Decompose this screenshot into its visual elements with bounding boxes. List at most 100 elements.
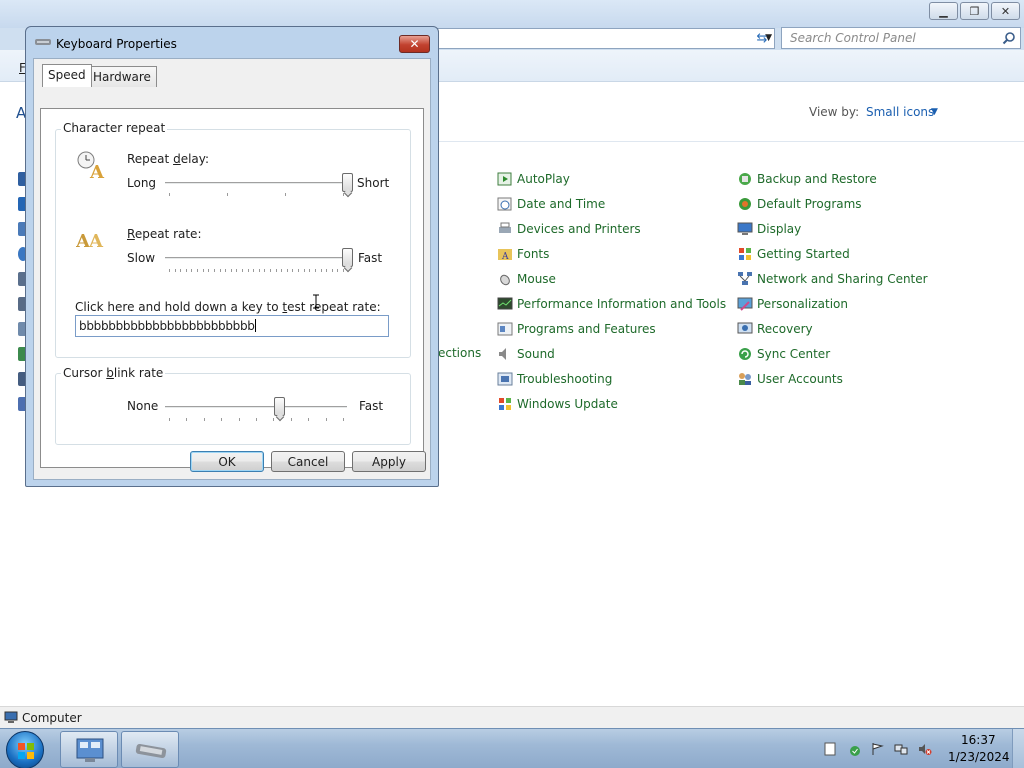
- cp-item-label: Recovery: [757, 322, 813, 336]
- performance-icon: [497, 296, 513, 312]
- cursor-blink-slider-track[interactable]: [165, 406, 347, 409]
- cp-item-getting-started[interactable]: Getting Started: [737, 246, 850, 262]
- chevron-down-icon[interactable]: ▼: [931, 107, 938, 117]
- cp-item-sound[interactable]: Sound: [497, 346, 555, 362]
- control-panel-titlebar: ▁ ❐ ✕: [0, 0, 1024, 28]
- cp-item-fonts[interactable]: A Fonts: [497, 246, 549, 262]
- test-repeat-rate-input[interactable]: bbbbbbbbbbbbbbbbbbbbbbbb: [75, 315, 389, 337]
- taskbar-control-panel-button[interactable]: [60, 731, 118, 768]
- cp-item-default-programs[interactable]: Default Programs: [737, 196, 862, 212]
- cp-item-devices-and-printers[interactable]: Devices and Printers: [497, 221, 641, 237]
- cp-item-label: Personalization: [757, 297, 848, 311]
- svg-text:A: A: [89, 162, 105, 181]
- start-button[interactable]: [6, 731, 44, 768]
- slider-tick: [298, 269, 300, 272]
- personalization-icon: [737, 296, 753, 312]
- test-repeat-rate-label: Click here and hold down a key to test r…: [75, 300, 381, 314]
- sync-icon: [737, 346, 753, 362]
- slider-tick: [221, 418, 223, 421]
- refresh-icon[interactable]: ⇆: [750, 29, 774, 48]
- slider-tick: [219, 269, 221, 272]
- text-caret: [254, 319, 256, 332]
- cp-item-date-and-time[interactable]: Date and Time: [497, 196, 605, 212]
- slider-tick: [258, 269, 260, 272]
- control-panel-icon: [76, 738, 104, 762]
- cp-item-label: Programs and Features: [517, 322, 656, 336]
- slider-tick: [308, 418, 310, 421]
- clock-date[interactable]: 1/23/2024: [948, 750, 1010, 764]
- taskbar: [0, 728, 1024, 768]
- slider-tick: [197, 269, 199, 272]
- volume-muted-icon[interactable]: [918, 742, 932, 756]
- network-icon: [737, 271, 753, 287]
- slider-tick: [331, 269, 333, 272]
- taskbar-keyboard-button[interactable]: [121, 731, 179, 768]
- slider-tick: [273, 418, 275, 421]
- cp-item-backup-and-restore[interactable]: Backup and Restore: [737, 171, 877, 187]
- action-center-flag-icon[interactable]: [870, 742, 884, 756]
- repeat-delay-slider-track[interactable]: [165, 182, 347, 185]
- cp-item-mouse[interactable]: Mouse: [497, 271, 556, 287]
- cursor-blink-label: Cursor blink rate: [61, 366, 166, 380]
- cp-item-label: Performance Information and Tools: [517, 297, 727, 311]
- cursor-blink-min-label: None: [127, 399, 159, 413]
- restore-button[interactable]: ❐: [960, 2, 989, 20]
- search-placeholder: Search Control Panel: [790, 31, 916, 45]
- view-by-label: View by:: [809, 105, 860, 119]
- autoplay-icon: [497, 171, 513, 187]
- ok-button[interactable]: OK: [190, 451, 264, 472]
- slider-tick: [203, 418, 205, 421]
- network-tray-icon[interactable]: [894, 742, 908, 756]
- security-check-icon[interactable]: [846, 742, 860, 756]
- repeat-rate-min-label: Slow: [127, 251, 156, 265]
- search-input[interactable]: Search Control Panel: [781, 27, 1021, 49]
- cp-item-sync-center[interactable]: Sync Center: [737, 346, 830, 362]
- cursor-blink-slider-thumb[interactable]: [274, 397, 286, 416]
- apply-button[interactable]: Apply: [352, 451, 426, 472]
- cp-item-network-and-sharing[interactable]: Network and Sharing Center: [737, 271, 928, 287]
- address-bar[interactable]: ▼: [430, 28, 775, 49]
- cp-item-troubleshooting[interactable]: Troubleshooting: [497, 371, 612, 387]
- slider-tick: [225, 269, 227, 272]
- slider-tick: [281, 269, 283, 272]
- repeat-rate-label: Repeat rate:: [127, 227, 202, 241]
- cp-item-performance[interactable]: Performance Information and Tools: [497, 296, 726, 312]
- slider-tick: [169, 418, 170, 421]
- cp-item-personalization[interactable]: Personalization: [737, 296, 848, 312]
- cp-item-windows-update[interactable]: Windows Update: [497, 396, 618, 412]
- cancel-button[interactable]: Cancel: [271, 451, 345, 472]
- partial-item-label[interactable]: ections: [438, 346, 481, 360]
- speaker-icon: [497, 346, 513, 362]
- search-icon[interactable]: [1002, 31, 1016, 45]
- tab-speed[interactable]: Speed: [42, 64, 92, 87]
- window-controls: ▁ ❐ ✕: [929, 2, 1020, 20]
- fonts-folder-icon: A: [497, 246, 513, 262]
- repeat-rate-slider-track[interactable]: [165, 257, 347, 260]
- clock-time[interactable]: 16:37: [961, 733, 996, 747]
- cp-item-autoplay[interactable]: AutoPlay: [497, 171, 570, 187]
- minimize-button[interactable]: ▁: [929, 2, 958, 20]
- cp-item-recovery[interactable]: Recovery: [737, 321, 813, 337]
- repeat-rate-slider-thumb[interactable]: [341, 248, 353, 267]
- cp-item-display[interactable]: Display: [737, 221, 801, 237]
- close-window-button[interactable]: ✕: [991, 2, 1020, 20]
- slider-tick: [186, 418, 188, 421]
- tab-hardware[interactable]: Hardware: [87, 66, 157, 87]
- slider-tick: [213, 269, 215, 272]
- repeat-delay-slider-thumb[interactable]: [341, 173, 353, 192]
- slider-tick: [253, 269, 255, 272]
- repeat-delay-icon: A: [77, 151, 105, 181]
- cp-item-programs-and-features[interactable]: Programs and Features: [497, 321, 656, 337]
- slider-tick: [230, 269, 232, 272]
- cp-item-user-accounts[interactable]: User Accounts: [737, 371, 843, 387]
- slider-tick: [285, 193, 286, 196]
- dialog-close-button[interactable]: ✕: [399, 35, 430, 53]
- keyboard-properties-dialog: Keyboard Properties ✕ Speed Hardware Cha…: [25, 26, 439, 487]
- view-by-dropdown[interactable]: Small icons: [866, 105, 934, 119]
- notes-icon[interactable]: [823, 742, 837, 756]
- slider-tick: [314, 269, 316, 272]
- show-desktop-button[interactable]: [1012, 729, 1024, 768]
- slider-tick: [247, 269, 249, 272]
- svg-text:A: A: [501, 252, 509, 262]
- slider-tick: [169, 269, 170, 272]
